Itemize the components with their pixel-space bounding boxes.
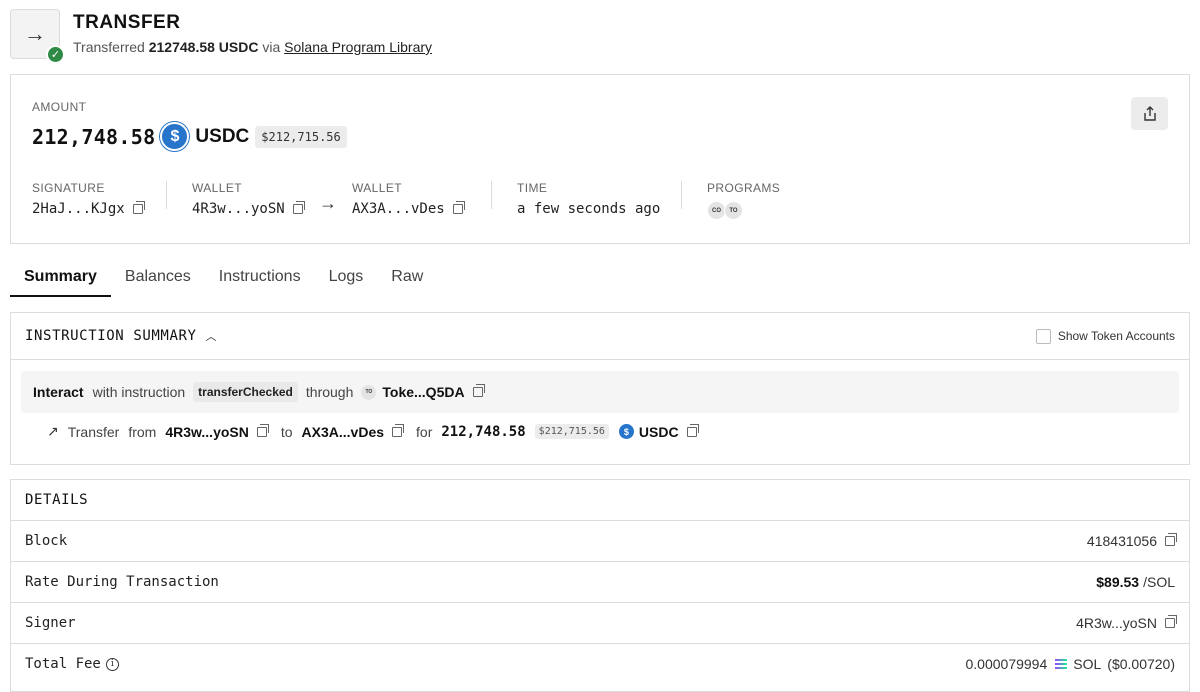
interact-row: Interact with instruction transferChecke… (21, 371, 1179, 413)
show-token-accounts-label: Show Token Accounts (1057, 329, 1175, 343)
tab-bar: Summary Balances Instructions Logs Raw (10, 258, 1190, 298)
copy-icon[interactable] (292, 201, 305, 214)
subtitle-via: via (262, 39, 281, 55)
detail-row-fee: Total Fee i 0.000079994 SOL ($0.00720) (11, 643, 1189, 684)
signature-value: 2HaJ...KJgx (32, 201, 125, 217)
amount-card: AMOUNT 212,748.58 $ USDC $212,715.56 SIG… (10, 74, 1190, 244)
transaction-subtitle: Transferred 212748.58 USDC via Solana Pr… (73, 39, 432, 55)
detail-row-rate: Rate During Transaction $89.53 /SOL (11, 561, 1189, 602)
arrow-up-right-icon: ↗ (47, 423, 59, 439)
program-badge-to[interactable]: TO (724, 201, 743, 220)
show-token-accounts-checkbox[interactable] (1035, 328, 1051, 344)
instruction-summary-card: INSTRUCTION SUMMARY ︿ Show Token Account… (10, 312, 1190, 465)
signature-label: SIGNATURE (32, 181, 105, 195)
solana-logo-icon (1055, 658, 1068, 670)
arrow-right-icon: → (24, 21, 46, 46)
from-text: from (128, 423, 157, 440)
amount-row: 212,748.58 $ USDC $212,715.56 (32, 122, 347, 151)
fee-usd: ($0.00720) (1107, 656, 1175, 672)
transfer-amount: 212,748.58 (441, 423, 526, 440)
rate-unit: /SOL (1143, 574, 1175, 590)
divider (491, 181, 492, 209)
tab-logs[interactable]: Logs (315, 258, 378, 297)
programs-label: PROGRAMS (707, 181, 781, 195)
signer-value[interactable]: 4R3w...yoSN (1076, 615, 1157, 631)
details-title: DETAILS (25, 492, 89, 508)
share-button[interactable] (1131, 97, 1168, 130)
details-card: DETAILS Block 418431056 Rate During Tran… (10, 479, 1190, 692)
tab-instructions[interactable]: Instructions (205, 258, 315, 297)
signer-label: Signer (25, 615, 76, 631)
program-library-link[interactable]: Solana Program Library (284, 39, 432, 55)
wallet-to-meta: WALLET AX3A...vDes (352, 181, 465, 217)
copy-icon[interactable] (472, 384, 485, 397)
for-text: for (416, 423, 433, 440)
program-address[interactable]: Toke...Q5DA (382, 384, 464, 400)
copy-icon[interactable] (452, 201, 465, 214)
wallet-from-label: WALLET (192, 181, 242, 195)
token-symbol: USDC (195, 125, 250, 147)
subtitle-amount: 212748.58 USDC (148, 39, 259, 55)
fee-value: 0.000079994 (965, 656, 1048, 672)
amount-label: AMOUNT (32, 100, 87, 114)
usdc-logo-icon: $ (618, 424, 634, 439)
copy-icon[interactable] (1165, 533, 1177, 546)
copy-icon[interactable] (1165, 615, 1177, 628)
block-value[interactable]: 418431056 (1087, 533, 1157, 549)
wallet-to-value[interactable]: AX3A...vDes (352, 201, 445, 217)
rate-value: $89.53 (1096, 574, 1140, 590)
tab-raw[interactable]: Raw (377, 258, 437, 297)
to-address[interactable]: AX3A...vDes (302, 424, 384, 440)
amount-value: 212,748.58 (32, 124, 156, 149)
detail-row-block: Block 418431056 (11, 520, 1189, 561)
signature-meta: SIGNATURE 2HaJ...KJgx (32, 181, 145, 217)
rate-label: Rate During Transaction (25, 574, 219, 590)
info-icon[interactable]: i (105, 657, 119, 671)
wallet-to-label: WALLET (352, 181, 402, 195)
interact-with-text: with instruction (92, 384, 186, 400)
chevron-up-icon: ︿ (205, 331, 217, 343)
fee-label: Total Fee (25, 656, 101, 672)
copy-icon[interactable] (256, 423, 269, 437)
detail-row-signer: Signer 4R3w...yoSN (11, 602, 1189, 643)
to-text: to (280, 423, 293, 440)
usd-value-badge: $212,715.56 (255, 125, 347, 148)
wallet-from-meta: WALLET 4R3w...yoSN (192, 181, 305, 217)
transfer-type-icon: → ✓ (10, 9, 65, 64)
interact-verb: Interact (33, 384, 84, 400)
wallet-from-value[interactable]: 4R3w...yoSN (192, 201, 285, 217)
time-value: a few seconds ago (517, 201, 661, 217)
divider (166, 181, 167, 209)
through-text: through (305, 384, 354, 400)
tab-summary[interactable]: Summary (10, 258, 111, 297)
time-label: TIME (517, 181, 548, 195)
arrow-right-icon: → (319, 193, 337, 213)
transfer-usd-badge: $212,715.56 (534, 424, 609, 439)
divider (681, 181, 682, 209)
tab-balances[interactable]: Balances (111, 258, 205, 297)
copy-icon[interactable] (392, 423, 405, 437)
transfer-symbol[interactable]: USDC (639, 424, 679, 440)
instruction-summary-toggle[interactable]: INSTRUCTION SUMMARY ︿ (25, 328, 217, 344)
usdc-logo-icon: $ (160, 122, 190, 151)
success-check-icon: ✓ (46, 45, 65, 64)
page-title: TRANSFER (73, 12, 181, 33)
transfer-verb: Transfer (67, 423, 120, 440)
show-token-accounts[interactable]: Show Token Accounts (1035, 328, 1175, 344)
time-meta: TIME a few seconds ago (517, 181, 660, 217)
copy-icon[interactable] (686, 423, 699, 437)
fee-symbol: SOL (1073, 656, 1102, 672)
program-badge-to: TO (361, 384, 377, 400)
block-label: Block (25, 533, 68, 549)
from-address[interactable]: 4R3w...yoSN (165, 424, 249, 440)
programs-meta: PROGRAMS CO TO (707, 181, 780, 220)
share-icon (1143, 105, 1156, 121)
subtitle-prefix: Transferred (73, 39, 145, 55)
transfer-row: ↗ Transfer from 4R3w...yoSN to AX3A...vD… (47, 423, 699, 440)
transaction-header: → ✓ TRANSFER Transferred 212748.58 USDC … (10, 9, 432, 64)
instruction-summary-title: INSTRUCTION SUMMARY (25, 328, 197, 344)
instruction-chip: transferChecked (193, 382, 298, 402)
copy-icon[interactable] (132, 201, 145, 214)
